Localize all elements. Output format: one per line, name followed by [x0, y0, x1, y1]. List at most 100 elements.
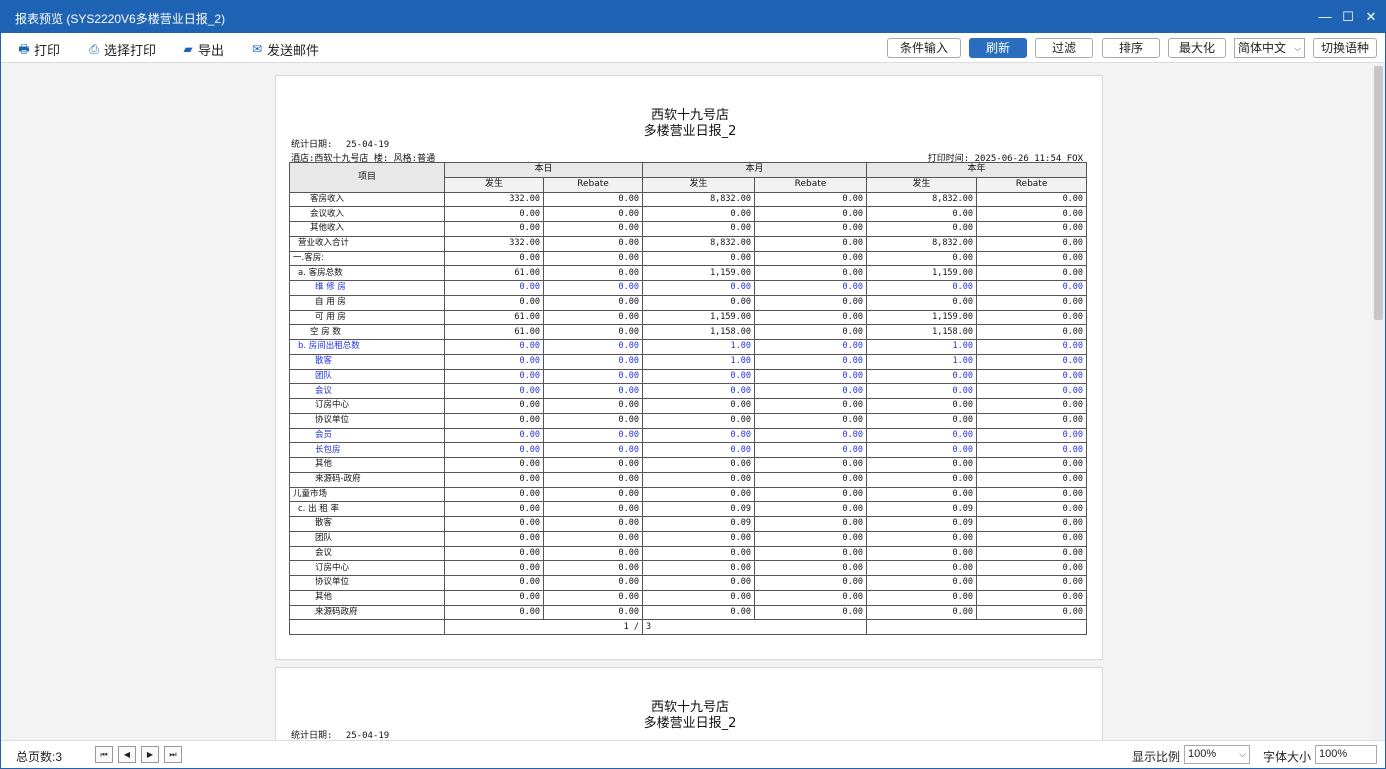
export-button[interactable]: ▰ 导出: [181, 40, 224, 58]
switch-language-button[interactable]: 切换语种: [1313, 38, 1377, 58]
close-button[interactable]: ✕: [1361, 7, 1381, 27]
row-value-cell: 0.00: [542, 309, 644, 326]
row-value-cell: 0.00: [754, 604, 868, 621]
language-select[interactable]: 简体中文 ⌵: [1234, 38, 1305, 58]
row-value-cell: 0.00: [754, 368, 868, 385]
report-page-1: 西软十九号店 多楼营业日报_2 统计日期: 25-04-19 酒店:西软十九号店…: [275, 75, 1103, 660]
row-value-cell: 0.00: [642, 486, 756, 503]
header-month-rebate: Rebate: [754, 176, 868, 193]
zoom-select[interactable]: 100% ⌵: [1184, 745, 1250, 764]
row-value-cell: 1,159.00: [642, 265, 756, 281]
refresh-button[interactable]: 刷新: [969, 38, 1027, 58]
last-page-button[interactable]: ⏭: [164, 746, 182, 763]
row-value-cell: 332.00: [444, 235, 544, 252]
row-item-label: 一.客房:: [289, 250, 445, 267]
row-item-label: a. 客房总数: [289, 265, 445, 281]
row-value-cell: 0.00: [444, 530, 544, 547]
vertical-scrollbar[interactable]: [1372, 64, 1385, 740]
table-row: 会议收入 0.00 0.00 0.00 0.00 0.00 0.00: [289, 206, 1088, 222]
row-value-cell: 0.00: [542, 235, 644, 252]
row-value-cell: 0.00: [866, 457, 978, 473]
send-mail-label: 发送邮件: [267, 42, 320, 58]
row-value-cell: 0.00: [866, 294, 978, 311]
prev-page-button[interactable]: ◀: [118, 746, 136, 763]
row-value-cell: 0.00: [866, 412, 978, 429]
table-row: 会员 0.00 0.00 0.00 0.00 0.00 0.00: [289, 427, 1088, 444]
row-value-cell: 0.00: [866, 427, 978, 444]
table-row: 会议 0.00 0.00 0.00 0.00 0.00 0.00: [289, 545, 1088, 562]
export-label: 导出: [198, 42, 225, 58]
row-item-label: 营业收入合计: [289, 235, 445, 252]
row-value-cell: 0.00: [642, 442, 756, 458]
row-value-cell: 0.00: [976, 486, 1088, 503]
row-value-cell: 0.00: [976, 575, 1088, 591]
row-value-cell: 0.00: [444, 353, 544, 370]
row-value-cell: 0.00: [642, 280, 756, 296]
stat-date-label-p2: 统计日期:: [291, 731, 333, 740]
row-item-label: 会员: [289, 427, 445, 444]
row-item-label: 来源码政府: [289, 604, 445, 621]
row-value-cell: 0.00: [754, 575, 868, 591]
table-row: b. 房间出租总数 0.00 0.00 1.00 0.00 1.00 0.00: [289, 339, 1088, 355]
table-row: 营业收入合计 332.00 0.00 8,832.00 0.00 8,832.00 0.00: [289, 235, 1088, 252]
row-value-cell: 1,158.00: [866, 324, 978, 340]
minimize-button[interactable]: —: [1315, 7, 1335, 27]
row-value-cell: 0.00: [444, 383, 544, 399]
row-value-cell: 0.00: [754, 280, 868, 296]
stat-date-label: 统计日期:: [291, 140, 333, 150]
row-value-cell: 0.00: [866, 280, 978, 296]
table-row: 协议单位 0.00 0.00 0.00 0.00 0.00 0.00: [289, 575, 1088, 591]
header-item: 项目: [289, 162, 445, 193]
row-value-cell: 0.00: [542, 221, 644, 237]
page-indicator-right: 3: [642, 619, 868, 635]
row-value-cell: 0.00: [976, 560, 1088, 576]
row-value-cell: 0.00: [542, 280, 644, 296]
header-today-rebate: Rebate: [542, 176, 644, 193]
row-value-cell: 0.00: [642, 250, 756, 267]
export-icon: ▰: [183, 42, 193, 56]
print-button[interactable]: 🖶 打印: [17, 40, 60, 58]
filter-button[interactable]: 过滤: [1035, 38, 1093, 58]
row-item-label: 可 用 房: [289, 309, 445, 326]
report-table-body: 客房收入 332.00 0.00 8,832.00 0.00 8,832.00 0.00 会议…: [289, 191, 1088, 621]
row-value-cell: 0.00: [976, 427, 1088, 444]
row-value-cell: 0.00: [444, 280, 544, 296]
row-value-cell: 0.00: [444, 575, 544, 591]
row-value-cell: 0.00: [754, 442, 868, 458]
condition-input-button[interactable]: 条件输入: [887, 38, 961, 58]
select-print-button[interactable]: ⎙ 选择打印: [87, 40, 156, 58]
row-value-cell: 0.00: [444, 486, 544, 503]
row-value-cell: 0.00: [542, 604, 644, 621]
footer-blank: [289, 619, 445, 635]
row-value-cell: 0.00: [754, 457, 868, 473]
stat-date-line: 统计日期: 25-04-19: [291, 137, 389, 150]
row-value-cell: 0.00: [866, 530, 978, 547]
row-value-cell: 0.00: [642, 221, 756, 237]
maximize-report-button[interactable]: 最大化: [1168, 38, 1226, 58]
maximize-button[interactable]: ☐: [1338, 7, 1358, 27]
report-title-p2: 多楼营业日报_2: [643, 716, 737, 731]
send-mail-button[interactable]: ✉ 发送邮件: [250, 40, 319, 58]
row-value-cell: 0.00: [976, 324, 1088, 340]
font-size-select[interactable]: 100%: [1315, 745, 1377, 764]
row-value-cell: 0.00: [444, 427, 544, 444]
table-row: 维 修 房 0.00 0.00 0.00 0.00 0.00 0.00: [289, 280, 1088, 296]
row-value-cell: 0.09: [642, 501, 756, 517]
row-value-cell: 0.00: [754, 206, 868, 222]
table-row: 其他 0.00 0.00 0.00 0.00 0.00 0.00: [289, 589, 1088, 606]
next-page-button[interactable]: ▶: [141, 746, 159, 763]
row-item-label: 订房中心: [289, 398, 445, 414]
table-row: 儿童市场 0.00 0.00 0.00 0.00 0.00 0.00: [289, 486, 1088, 503]
row-value-cell: 0.00: [976, 530, 1088, 547]
table-row: 可 用 房 61.00 0.00 1,159.00 0.00 1,159.00 0.00: [289, 309, 1088, 326]
report-viewport[interactable]: 西软十九号店 多楼营业日报_2 统计日期: 25-04-19 酒店:西软十九号店…: [5, 64, 1371, 740]
row-value-cell: 0.00: [542, 353, 644, 370]
row-value-cell: 8,832.00: [866, 191, 978, 208]
scrollbar-thumb[interactable]: [1374, 66, 1383, 320]
row-value-cell: 0.00: [976, 206, 1088, 222]
row-item-label: 其他收入: [289, 221, 445, 237]
sort-button[interactable]: 排序: [1102, 38, 1160, 58]
row-value-cell: 0.00: [866, 368, 978, 385]
table-row: c. 出 租 率 0.00 0.00 0.09 0.00 0.09 0.00: [289, 501, 1088, 517]
first-page-button[interactable]: ⏮: [95, 746, 113, 763]
